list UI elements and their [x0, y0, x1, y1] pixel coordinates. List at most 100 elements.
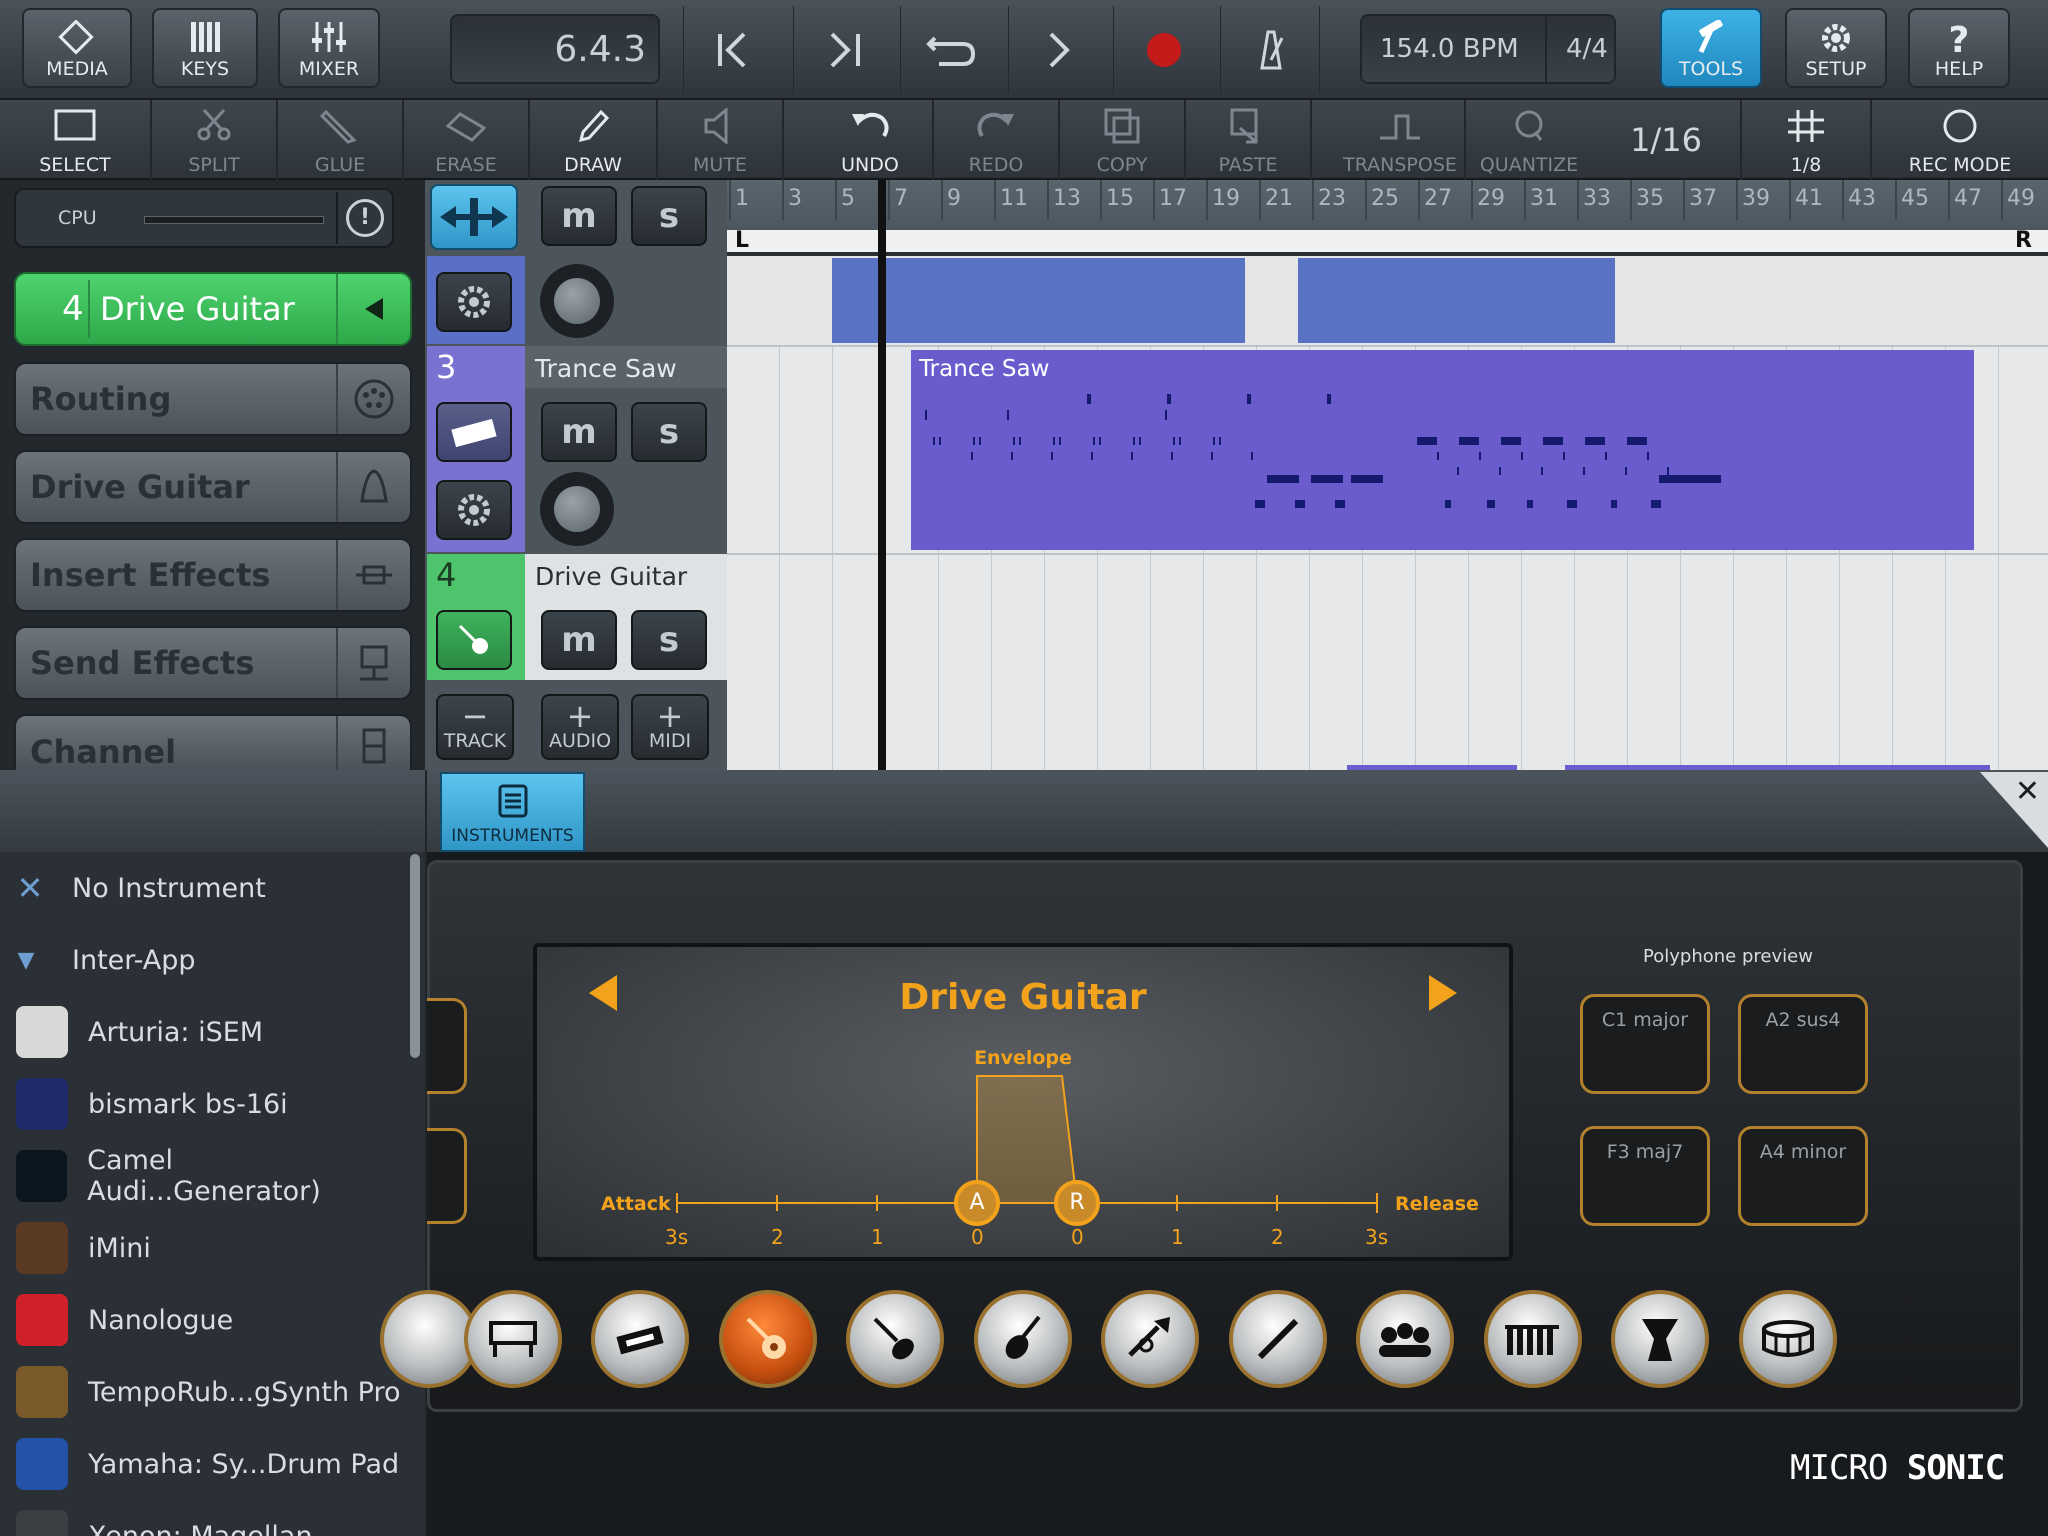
tempo-display[interactable]: 154.0 BPM 4/4: [1360, 14, 1616, 84]
category-mallets[interactable]: [1484, 1290, 1582, 1388]
browser-item[interactable]: Arturia: iSEM: [0, 996, 410, 1068]
clip-trance-saw[interactable]: Trance Saw: [911, 350, 1974, 550]
instruments-tab[interactable]: INSTRUMENTS: [440, 772, 585, 852]
midi-note[interactable]: [1611, 500, 1617, 508]
browser-item[interactable]: Nanologue: [0, 1284, 410, 1356]
track-3-instrument-button[interactable]: [436, 402, 512, 462]
add-audio-button[interactable]: + AUDIO: [541, 694, 619, 760]
release-handle[interactable]: R: [1054, 1180, 1100, 1226]
routing-button[interactable]: Routing: [14, 362, 412, 436]
copy-button[interactable]: COPY: [1060, 100, 1186, 180]
midi-note[interactable]: [1627, 437, 1647, 445]
forward-button[interactable]: [793, 6, 893, 94]
category-synth[interactable]: [591, 1290, 689, 1388]
media-button[interactable]: MEDIA: [22, 8, 132, 88]
rewind-button[interactable]: [683, 6, 783, 94]
warning-icon[interactable]: !: [336, 192, 392, 244]
midi-note[interactable]: [1091, 452, 1093, 460]
midi-note[interactable]: [1583, 467, 1585, 475]
track-3-mute-button[interactable]: m: [541, 402, 617, 462]
browser-item[interactable]: ✕ No Instrument: [0, 852, 410, 924]
transpose-button[interactable]: TRANSPOSE: [1336, 100, 1466, 180]
midi-note[interactable]: [1295, 500, 1305, 508]
browser-item[interactable]: Xenon: Magellan: [0, 1500, 410, 1536]
midi-note[interactable]: [1437, 452, 1439, 460]
global-mute-button[interactable]: m: [541, 186, 617, 246]
category-drums[interactable]: [1739, 1290, 1837, 1388]
category-ensemble[interactable]: [1356, 1290, 1454, 1388]
midi-note[interactable]: [933, 437, 935, 445]
track-2-record-button[interactable]: [540, 264, 614, 338]
midi-note[interactable]: [1255, 500, 1265, 508]
midi-note[interactable]: [1527, 500, 1533, 508]
grid-button[interactable]: 1/8: [1742, 100, 1872, 180]
erase-tool[interactable]: ERASE: [404, 100, 530, 180]
rec-mode-button[interactable]: REC MODE: [1890, 100, 2030, 180]
instrument-browser[interactable]: ✕ No Instrument ▼ Inter-App Arturia: iSEM bis…: [0, 852, 425, 1536]
midi-note[interactable]: [1093, 437, 1095, 445]
midi-note[interactable]: [1445, 500, 1451, 508]
midi-note[interactable]: [1651, 500, 1661, 508]
track-3-name[interactable]: Trance Saw: [525, 346, 727, 388]
midi-note[interactable]: [1457, 467, 1459, 475]
browser-item[interactable]: iMini: [0, 1212, 410, 1284]
midi-note[interactable]: [1487, 500, 1495, 508]
browser-item[interactable]: ▼ Inter-App: [0, 924, 410, 996]
timeline-ruler[interactable]: 1 3 5 7 9 11 13 15 17 19 21 23 25 27 29 31 33 35 37 39 41 43 4…: [727, 180, 2048, 256]
midi-note[interactable]: [1133, 437, 1135, 445]
add-midi-button[interactable]: + MIDI: [631, 694, 709, 760]
midi-note[interactable]: [1417, 437, 1437, 445]
channel-button[interactable]: Channel: [14, 714, 412, 772]
paste-button[interactable]: PASTE: [1186, 100, 1312, 180]
chord-pad-4[interactable]: A4 minor: [1738, 1126, 1868, 1226]
undo-button[interactable]: UNDO: [808, 100, 934, 180]
chord-pad-1[interactable]: C1 major: [1580, 994, 1710, 1094]
category-guitar[interactable]: [719, 1290, 817, 1388]
redo-button[interactable]: REDO: [934, 100, 1060, 180]
midi-note[interactable]: [1213, 437, 1215, 445]
category-percussion[interactable]: [1611, 1290, 1709, 1388]
midi-note[interactable]: [1167, 394, 1171, 404]
midi-note[interactable]: [1131, 452, 1133, 460]
browser-item[interactable]: TempoRub...gSynth Pro: [0, 1356, 410, 1428]
midi-note[interactable]: [1335, 500, 1345, 508]
midi-note[interactable]: [1351, 475, 1383, 483]
midi-note[interactable]: [1585, 437, 1605, 445]
midi-note[interactable]: [973, 437, 975, 445]
selected-track-header[interactable]: 4 Drive Guitar: [14, 272, 412, 346]
midi-note[interactable]: [1521, 452, 1523, 460]
midi-note[interactable]: [1087, 394, 1091, 404]
midi-note[interactable]: [1139, 437, 1141, 445]
side-pad-1[interactable]: [427, 998, 467, 1094]
browser-scrollbar[interactable]: [410, 854, 420, 1058]
play-button[interactable]: [1008, 6, 1108, 94]
attack-handle[interactable]: A: [954, 1180, 1000, 1226]
clip-track-2-a[interactable]: [832, 258, 1245, 343]
arrangement-view[interactable]: Trance Saw: [727, 180, 2048, 770]
category-keyboard[interactable]: [464, 1290, 562, 1388]
midi-note[interactable]: [925, 410, 927, 420]
midi-note[interactable]: [1179, 437, 1181, 445]
midi-note[interactable]: [1053, 437, 1055, 445]
track-3-edit-button[interactable]: [436, 480, 512, 540]
mute-tool[interactable]: MUTE: [658, 100, 784, 180]
midi-note[interactable]: [1543, 437, 1563, 445]
track-2-edit-button[interactable]: [436, 272, 512, 332]
category-brass[interactable]: [1101, 1290, 1199, 1388]
track-resize-button[interactable]: [430, 184, 518, 250]
midi-note[interactable]: [1051, 452, 1053, 460]
setup-button[interactable]: SETUP: [1785, 8, 1887, 88]
midi-note[interactable]: [1501, 437, 1521, 445]
midi-note[interactable]: [1625, 467, 1627, 475]
global-solo-button[interactable]: s: [631, 186, 707, 246]
midi-note[interactable]: [1647, 452, 1649, 460]
track-3-solo-button[interactable]: s: [631, 402, 707, 462]
midi-note[interactable]: [1165, 410, 1167, 420]
midi-note[interactable]: [1211, 452, 1213, 460]
clip-track-2-b[interactable]: [1298, 258, 1615, 343]
split-tool[interactable]: SPLIT: [152, 100, 278, 180]
midi-note[interactable]: [979, 437, 981, 445]
midi-note[interactable]: [971, 452, 973, 460]
midi-note[interactable]: [1659, 475, 1721, 483]
quantize-value[interactable]: 1/16: [1592, 100, 1742, 180]
